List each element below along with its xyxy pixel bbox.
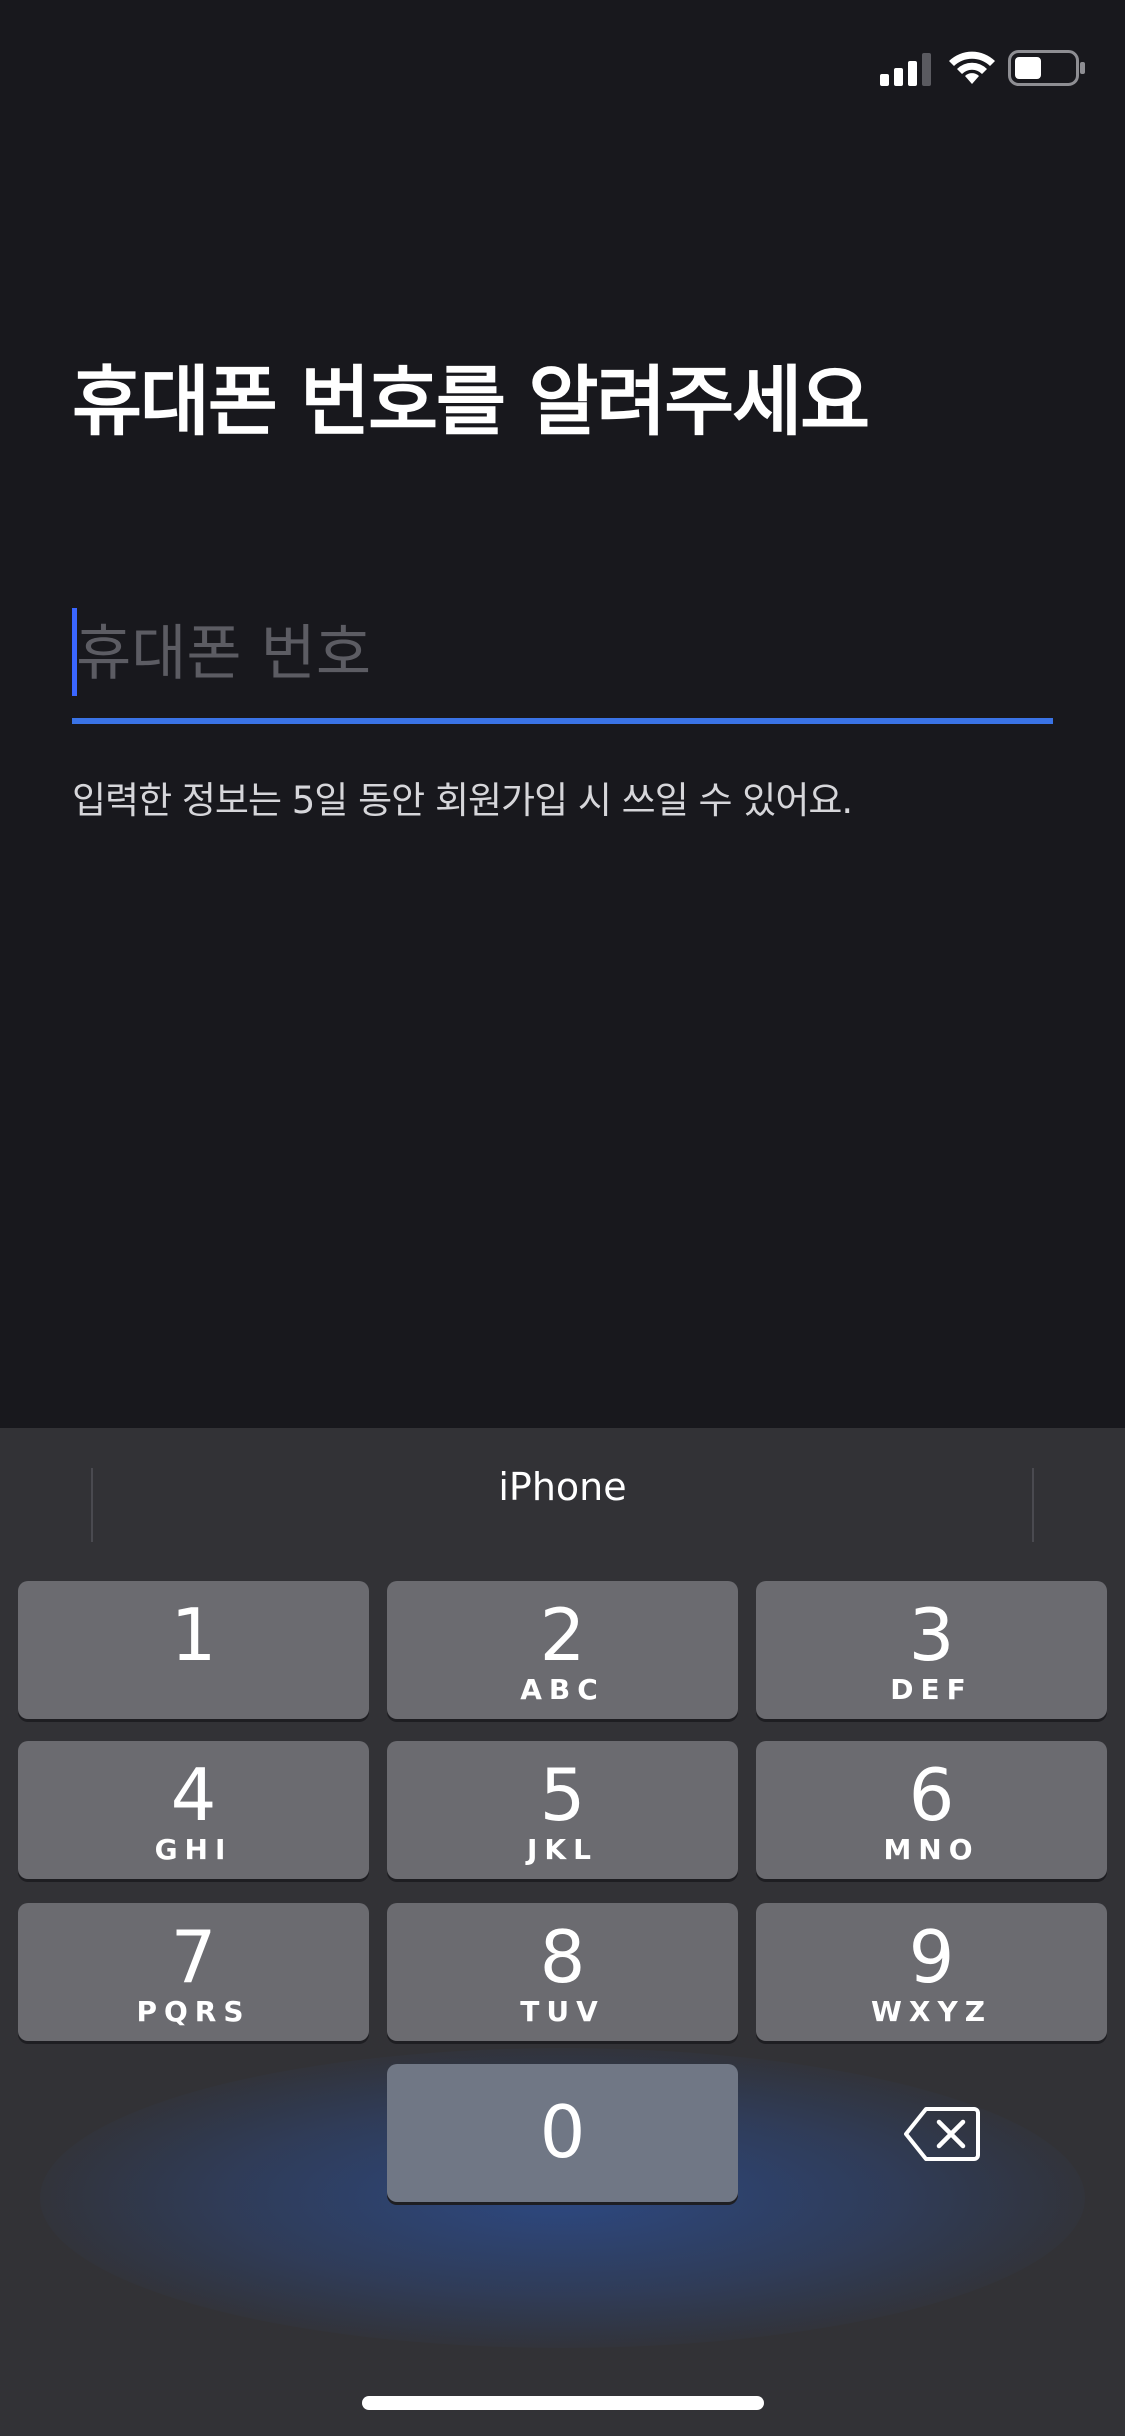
key-1[interactable]: 1 [18, 1581, 369, 1719]
key-letters: MNO [883, 1833, 980, 1866]
key-digit: 6 [908, 1753, 955, 1837]
key-3[interactable]: 3 DEF [756, 1581, 1107, 1719]
key-digit: 5 [539, 1753, 586, 1837]
key-digit: 3 [908, 1593, 955, 1677]
wifi-icon [949, 51, 995, 84]
cellular-signal-icon [880, 53, 931, 86]
status-bar [0, 0, 1125, 140]
key-2[interactable]: 2 ABC [387, 1581, 738, 1719]
page-title: 휴대폰 번호를 알려주세요 [72, 357, 870, 446]
phone-number-input[interactable] [76, 610, 1036, 698]
helper-text: 입력한 정보는 5일 동안 회원가입 시 쓰일 수 있어요. [72, 779, 853, 822]
key-letters: JKL [527, 1833, 598, 1866]
key-9[interactable]: 9 WXYZ [756, 1903, 1107, 2041]
key-letters: TUV [520, 1995, 605, 2028]
key-digit: 4 [170, 1753, 217, 1837]
key-digit: 8 [539, 1915, 586, 1999]
suggestion-bar: iPhone [0, 1428, 1125, 1548]
numeric-keypad: iPhone 1 2 ABC 3 DEF 4 GHI 5 JKL 6 MNO 7 [0, 1428, 1125, 2436]
phone-number-field[interactable] [72, 600, 1053, 724]
key-8[interactable]: 8 TUV [387, 1903, 738, 2041]
key-letters: WXYZ [870, 1995, 993, 2028]
backspace-icon [904, 2107, 980, 2161]
key-letters: DEF [890, 1673, 973, 1706]
key-digit: 2 [539, 1593, 586, 1677]
key-letters: PQRS [136, 1995, 251, 2028]
delete-key[interactable] [756, 2064, 1107, 2202]
key-7[interactable]: 7 PQRS [18, 1903, 369, 2041]
home-indicator[interactable] [362, 2396, 764, 2410]
key-digit: 9 [908, 1915, 955, 1999]
key-digit: 1 [170, 1593, 217, 1677]
key-4[interactable]: 4 GHI [18, 1741, 369, 1879]
phone-number-screen: 휴대폰 번호를 알려주세요 입력한 정보는 5일 동안 회원가입 시 쓰일 수 … [0, 0, 1125, 2436]
key-digit: 7 [170, 1915, 217, 1999]
autofill-suggestion[interactable]: iPhone [200, 1452, 925, 1522]
key-0[interactable]: 0 [387, 2064, 738, 2202]
suggestion-divider [1032, 1468, 1034, 1542]
suggestion-divider [91, 1468, 93, 1542]
key-letters: ABC [520, 1673, 605, 1706]
key-letters: GHI [154, 1833, 233, 1866]
battery-icon [1008, 50, 1085, 86]
key-5[interactable]: 5 JKL [387, 1741, 738, 1879]
key-6[interactable]: 6 MNO [756, 1741, 1107, 1879]
key-digit: 0 [539, 2090, 586, 2174]
